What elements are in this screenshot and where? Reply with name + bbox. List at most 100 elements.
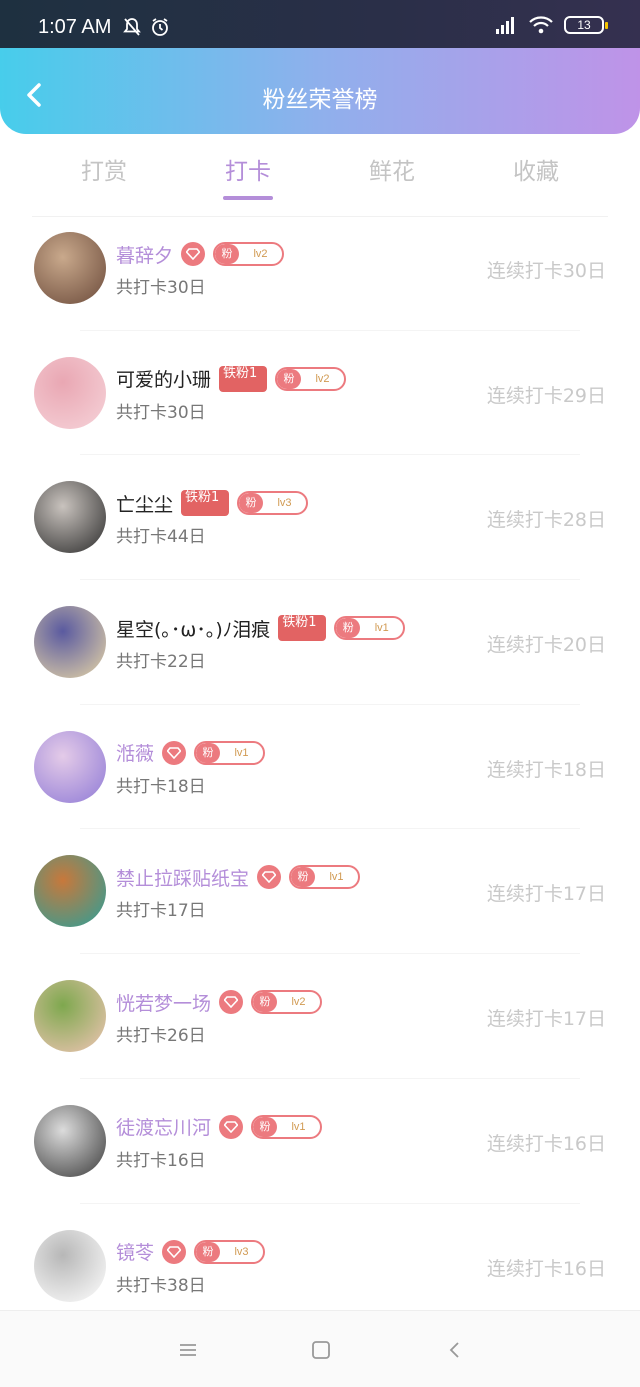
total-checkins: 共打卡16日: [116, 1150, 206, 1171]
fan-level-badge: 粉 lv3: [194, 1239, 266, 1264]
user-name[interactable]: 暮辞夕: [116, 241, 173, 268]
fan-label: 粉: [196, 1241, 221, 1262]
list-item[interactable]: 湉薇 粉 lv1 共打卡18日 连续打卡18日: [0, 705, 640, 830]
fan-label: 粉: [239, 493, 264, 514]
fan-level: lv2: [253, 248, 268, 260]
avatar[interactable]: [34, 855, 106, 928]
fan-label: 粉: [291, 867, 316, 888]
streak-checkins: 连续打卡30日: [486, 260, 606, 282]
square-icon: [312, 1341, 330, 1359]
fan-level: lv2: [291, 996, 306, 1009]
name-line: 镜苓 粉 lv3: [116, 1238, 266, 1266]
user-name[interactable]: 禁止拉踩贴纸宝: [116, 864, 249, 891]
diamond-badge-icon: [219, 1114, 244, 1139]
fan-level-badge: 粉 lv1: [194, 740, 266, 765]
home-button[interactable]: [310, 1339, 332, 1361]
user-name[interactable]: 星空(｡･ω･｡)ﾉ泪痕: [116, 615, 270, 642]
tab-checkin[interactable]: 打卡: [176, 152, 320, 212]
list-item[interactable]: 亡尘尘 铁粉1 粉 lv3 共打卡44日 连续打卡28日: [0, 455, 640, 581]
avatar[interactable]: [34, 980, 106, 1053]
tab-bar: 打赏 打卡 鲜花 收藏: [32, 152, 608, 212]
fan-level-badge: 粉 lv1: [289, 865, 361, 890]
fan-label: 粉: [196, 742, 221, 763]
wifi-icon: [529, 16, 553, 34]
user-name[interactable]: 湉薇: [116, 739, 154, 766]
user-name[interactable]: 亡尘尘: [116, 490, 173, 517]
iron-fan-badge: 铁粉1: [219, 365, 268, 392]
total-checkins: 共打卡18日: [116, 776, 206, 797]
tab-reward[interactable]: 打赏: [32, 152, 176, 212]
avatar[interactable]: [34, 481, 106, 554]
tab-favorites[interactable]: 收藏: [464, 152, 608, 212]
menu-icon: [180, 1344, 196, 1356]
fan-level-badge: 粉 lv1: [251, 1114, 323, 1139]
name-line: 星空(｡･ω･｡)ﾉ泪痕 铁粉1 粉 lv1: [116, 614, 406, 642]
diamond-badge-icon: [219, 990, 244, 1015]
fan-label: 粉: [253, 1116, 278, 1137]
name-line: 暮辞夕 粉 lv2: [116, 240, 285, 268]
diamond-badge-icon: [162, 1239, 187, 1264]
list-item[interactable]: 禁止拉踩贴纸宝 粉 lv1 共打卡17日 连续打卡17日: [0, 829, 640, 955]
iron-fan-badge: 铁粉1: [181, 490, 230, 517]
diamond-badge-icon: [181, 242, 206, 266]
user-name[interactable]: 镜苓: [116, 1238, 154, 1265]
tab-label: 收藏: [513, 159, 559, 185]
fan-level: lv1: [291, 1120, 306, 1133]
total-checkins: 共打卡22日: [116, 652, 206, 673]
nav-back-button[interactable]: [444, 1339, 466, 1361]
name-line: 禁止拉踩贴纸宝 粉 lv1: [116, 863, 361, 891]
avatar[interactable]: [34, 1104, 106, 1177]
user-name[interactable]: 徒渡忘川河: [116, 1113, 211, 1140]
fan-level-badge: 粉 lv1: [334, 616, 406, 641]
diamond-badge-icon: [257, 865, 282, 890]
fan-label: 粉: [253, 992, 278, 1013]
user-name[interactable]: 恍若梦一场: [116, 989, 211, 1016]
status-time: 1:07 AM: [38, 16, 112, 38]
user-name[interactable]: 可爱的小珊: [116, 365, 211, 392]
name-line: 亡尘尘 铁粉1 粉 lv3: [116, 489, 309, 517]
fan-level-badge: 粉 lv3: [237, 491, 309, 516]
tab-label: 鲜花: [369, 159, 415, 185]
avatar[interactable]: [34, 606, 106, 679]
name-line: 徒渡忘川河 粉 lv1: [116, 1113, 323, 1141]
streak-checkins: 连续打卡17日: [486, 1008, 606, 1031]
streak-checkins: 连续打卡16日: [486, 1257, 606, 1280]
list-item[interactable]: 暮辞夕 粉 lv2 共打卡30日 连续打卡30日: [0, 206, 640, 331]
list-item[interactable]: 恍若梦一场 粉 lv2 共打卡26日 连续打卡17日: [0, 954, 640, 1079]
alarm-icon: [152, 18, 168, 36]
avatar[interactable]: [34, 1229, 106, 1302]
fan-level: lv1: [374, 622, 389, 635]
header-bar: 1:07 AM 13 粉丝荣誉榜: [0, 0, 640, 134]
name-line: 湉薇 粉 lv1: [116, 739, 266, 767]
status-left-icons: [122, 17, 170, 37]
list-item[interactable]: 徒渡忘川河 粉 lv1 共打卡16日 连续打卡16日: [0, 1079, 640, 1204]
tab-flowers[interactable]: 鲜花: [320, 152, 464, 212]
diamond-badge-icon: [162, 740, 187, 765]
status-bar: 1:07 AM 13: [0, 0, 640, 48]
avatar[interactable]: [34, 232, 106, 304]
streak-checkins: 连续打卡29日: [486, 384, 606, 407]
menu-button[interactable]: [177, 1339, 199, 1361]
streak-checkins: 连续打卡20日: [486, 634, 606, 657]
total-checkins: 共打卡38日: [116, 1275, 206, 1296]
name-line: 可爱的小珊 铁粉1 粉 lv2: [116, 365, 347, 393]
list-item[interactable]: 可爱的小珊 铁粉1 粉 lv2 共打卡30日 连续打卡29日: [0, 331, 640, 456]
signal-icon: [496, 17, 514, 34]
streak-checkins: 连续打卡28日: [486, 509, 606, 532]
avatar[interactable]: [34, 356, 106, 429]
page-title: 粉丝荣誉榜: [262, 87, 378, 113]
fan-label: 粉: [277, 368, 302, 389]
fan-level: lv3: [234, 1245, 249, 1258]
fan-level-badge: 粉 lv2: [251, 990, 323, 1015]
fan-level-badge: 粉 lv2: [213, 242, 285, 266]
total-checkins: 共打卡30日: [116, 402, 206, 423]
tab-label: 打赏: [81, 159, 127, 185]
avatar[interactable]: [34, 730, 106, 803]
total-checkins: 共打卡17日: [116, 901, 206, 922]
status-right-icons: 13: [494, 15, 608, 35]
fan-label: 粉: [215, 244, 240, 264]
list-item[interactable]: 星空(｡･ω･｡)ﾉ泪痕 铁粉1 粉 lv1 共打卡22日 连续打卡20日: [0, 580, 640, 705]
system-nav-bar: [0, 1310, 640, 1387]
total-checkins: 共打卡44日: [116, 527, 206, 548]
name-line: 恍若梦一场 粉 lv2: [116, 988, 323, 1016]
